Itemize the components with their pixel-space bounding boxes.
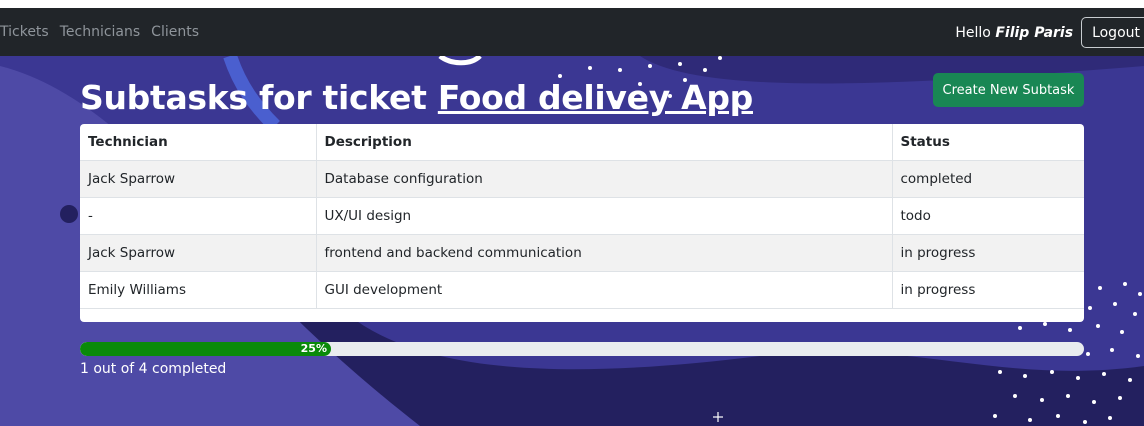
subtasks-table: Technician Description Status Jack Sparr… bbox=[80, 124, 1084, 309]
cell-description: UX/UI design bbox=[315, 197, 892, 235]
cell-description: frontend and backend communication bbox=[315, 234, 892, 272]
column-header-status: Status bbox=[891, 124, 1084, 161]
app-frame: Tickets Technicians Clients Hello Filip … bbox=[0, 8, 1144, 426]
table-row: Emily Williams GUI development in progre… bbox=[80, 271, 1084, 309]
nav-links: Tickets Technicians Clients bbox=[0, 24, 199, 40]
cell-technician: Jack Sparrow bbox=[80, 160, 316, 198]
greeting: Hello Filip Paris bbox=[955, 25, 1073, 41]
main-content: Subtasks for ticket Food delivey App Cre… bbox=[0, 56, 1144, 426]
cell-status: in progress bbox=[891, 234, 1084, 272]
subtasks-table-card: Technician Description Status Jack Sparr… bbox=[80, 124, 1084, 322]
nav-link-tickets[interactable]: Tickets bbox=[0, 24, 49, 40]
cell-status: in progress bbox=[891, 271, 1084, 309]
nav-link-clients[interactable]: Clients bbox=[151, 24, 199, 40]
table-row: Jack Sparrow Database configuration comp… bbox=[80, 160, 1084, 198]
nav-link-technicians[interactable]: Technicians bbox=[60, 24, 140, 40]
logout-button[interactable]: Logout bbox=[1081, 17, 1144, 48]
progress-fill: 25% bbox=[80, 342, 331, 356]
create-subtask-button[interactable]: Create New Subtask bbox=[933, 73, 1084, 107]
page-title: Subtasks for ticket Food delivey App bbox=[80, 78, 753, 117]
cell-status: todo bbox=[891, 197, 1084, 235]
cell-technician: Jack Sparrow bbox=[80, 234, 316, 272]
table-header-row: Technician Description Status bbox=[80, 124, 1084, 161]
page-title-prefix: Subtasks for ticket bbox=[80, 78, 427, 117]
user-area: Hello Filip Paris Logout bbox=[955, 17, 1144, 48]
top-navbar: Tickets Technicians Clients Hello Filip … bbox=[0, 8, 1144, 56]
cell-description: GUI development bbox=[315, 271, 892, 309]
table-row: - UX/UI design todo bbox=[80, 197, 1084, 235]
ticket-link[interactable]: Food delivey App bbox=[438, 78, 753, 117]
progress-bar: 25% bbox=[80, 342, 1084, 356]
cell-status: completed bbox=[891, 160, 1084, 198]
progress-caption: 1 out of 4 completed bbox=[80, 361, 227, 377]
table-row: Jack Sparrow frontend and backend commun… bbox=[80, 234, 1084, 272]
cell-technician: - bbox=[80, 197, 316, 235]
greeting-text: Hello bbox=[955, 24, 991, 41]
column-header-description: Description bbox=[315, 124, 892, 161]
user-name: Filip Paris bbox=[995, 24, 1074, 41]
column-header-technician: Technician bbox=[80, 124, 316, 161]
cell-technician: Emily Williams bbox=[80, 271, 316, 309]
cell-description: Database configuration bbox=[315, 160, 892, 198]
